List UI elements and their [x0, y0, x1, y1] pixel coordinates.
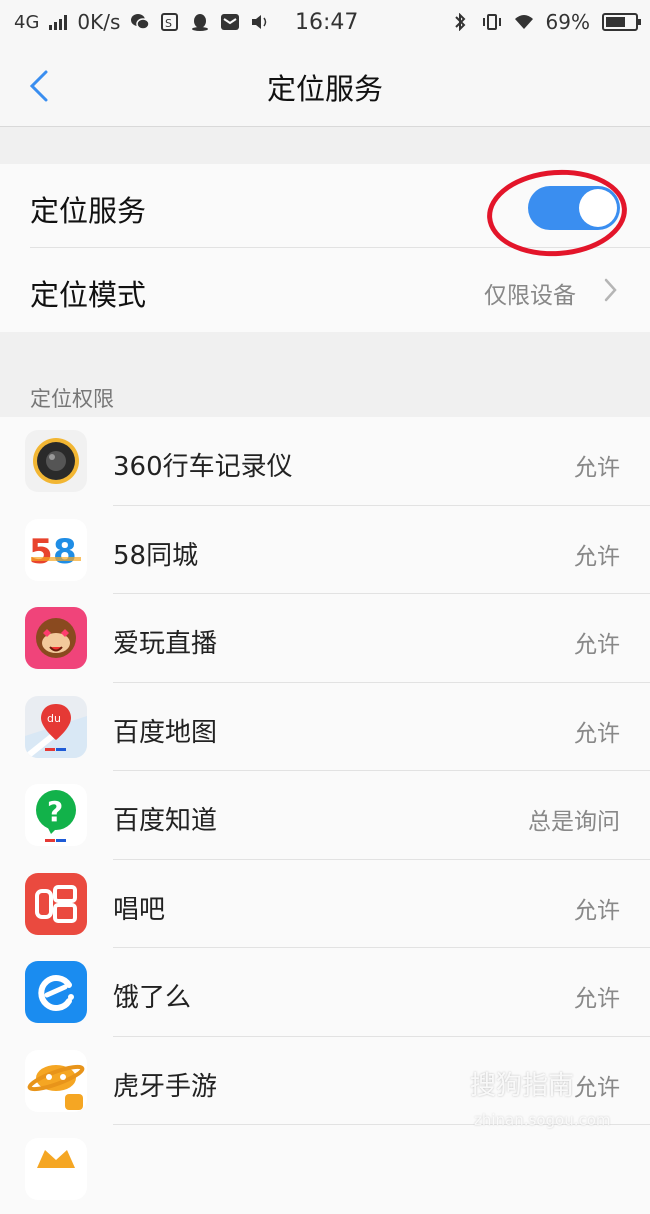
- page-title: 定位服务: [266, 72, 383, 106]
- svg-text:8: 8: [53, 532, 77, 572]
- 58-logo-icon: 58: [25, 518, 87, 581]
- question-icon: ?: [25, 784, 87, 846]
- navigation-bar: 定位服务: [0, 44, 650, 127]
- battery-icon: [602, 13, 641, 31]
- svg-text:5: 5: [29, 532, 53, 572]
- app-name: 百度知道: [113, 806, 218, 836]
- wifi-icon: [514, 15, 533, 29]
- app-permission-status: 允许: [574, 455, 620, 481]
- list-item[interactable]: 爱玩直播 允许: [0, 594, 650, 683]
- chevron-right-icon: [604, 278, 617, 302]
- list-item[interactable]: [0, 1125, 650, 1214]
- map-pin-icon: du: [25, 695, 87, 758]
- permissions-header: 定位权限: [30, 387, 114, 411]
- qq-icon: [192, 14, 209, 31]
- wechat-icon: [131, 14, 151, 30]
- app-permission-status: 允许: [574, 1074, 620, 1101]
- app-permission-status: 允许: [574, 632, 620, 658]
- list-item[interactable]: 58 58同城 允许: [0, 506, 650, 594]
- location-service-toggle[interactable]: [528, 186, 620, 230]
- battery-level: [606, 17, 625, 27]
- app-permission-status: 允许: [574, 897, 620, 924]
- app-name: 饿了么: [113, 983, 192, 1013]
- list-item[interactable]: du 百度地图 允许: [0, 683, 650, 771]
- list-item[interactable]: 饿了么 允许: [0, 948, 650, 1037]
- weibo-icon: S: [161, 13, 179, 31]
- list-item[interactable]: 虎牙手游 允许: [0, 1037, 650, 1125]
- toggle-knob: [579, 189, 617, 227]
- dashcam-icon: [25, 430, 87, 492]
- app-permission-status: 总是询问: [528, 809, 620, 835]
- signal-icon: [49, 14, 68, 30]
- battery-percent: 69%: [545, 10, 590, 34]
- location-mode-label: 定位模式: [30, 278, 147, 312]
- location-mode-row[interactable]: 定位模式 仅限设备: [0, 248, 650, 332]
- mail-icon: [221, 14, 240, 30]
- list-item[interactable]: 唱吧 允许: [0, 860, 650, 948]
- location-service-label: 定位服务: [30, 194, 147, 228]
- huya-icon: [25, 1049, 87, 1112]
- app-permission-status: 允许: [574, 720, 620, 747]
- app-name: 58同城: [113, 540, 199, 571]
- list-item[interactable]: ? 百度知道 总是询问: [0, 771, 650, 860]
- network-speed: 0K/s: [77, 10, 121, 34]
- app-permission-status: 允许: [574, 986, 620, 1012]
- eleme-icon: [25, 961, 87, 1023]
- location-mode-value: 仅限设备: [484, 283, 576, 309]
- monkey-icon: [25, 607, 87, 669]
- location-service-row: 定位服务: [0, 164, 650, 248]
- svg-text:?: ?: [47, 795, 63, 828]
- bluetooth-icon: [454, 13, 465, 31]
- svg-text:S: S: [165, 17, 172, 30]
- vibrate-icon: [482, 14, 501, 30]
- fox-icon: [25, 1138, 87, 1200]
- app-name: 360行车记录仪: [113, 452, 293, 482]
- status-bar: 4G 0K/s S 16:47 69%: [0, 0, 650, 44]
- list-item[interactable]: 360行车记录仪 允许: [0, 417, 650, 506]
- app-name: 虎牙手游: [113, 1071, 218, 1102]
- app-name: 百度地图: [113, 717, 218, 748]
- location-settings-section: 定位服务 定位模式 仅限设备: [0, 164, 650, 332]
- app-permission-list: 360行车记录仪 允许 58 58同城 允许 爱玩直播 允许 du 百度地图 允…: [0, 417, 650, 1214]
- app-name: 爱玩直播: [113, 629, 218, 659]
- volume-icon: [252, 15, 267, 29]
- app-name: 唱吧: [113, 894, 166, 925]
- network-type: 4G: [14, 11, 40, 33]
- svg-text:du: du: [47, 712, 61, 725]
- app-permission-status: 允许: [574, 543, 620, 570]
- clock: 16:47: [295, 10, 359, 35]
- changba-icon: [25, 872, 87, 935]
